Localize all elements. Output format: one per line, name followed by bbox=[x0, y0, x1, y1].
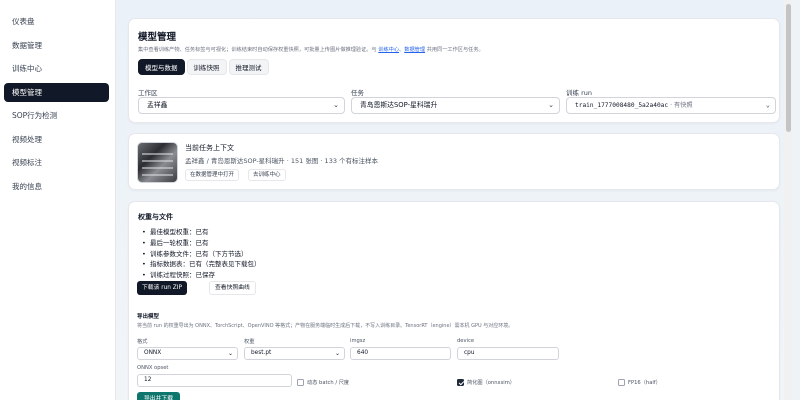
page-title: 模型管理 bbox=[138, 32, 177, 43]
task-thumbnail bbox=[137, 142, 178, 183]
tab-bar: 模型与数据 训练快照 推理测试 bbox=[138, 59, 770, 75]
context-card: 当前任务上下文 孟祥鑫 / 青岛恩斯达SOP-星科瑞升 · 151 张图 · 1… bbox=[128, 133, 780, 190]
fp16-label: FP16（half） bbox=[628, 380, 661, 386]
list-item: 训练参数文件：已有（下方节选） bbox=[142, 249, 770, 260]
scrollbar[interactable] bbox=[784, 0, 792, 400]
export-title: 导出模型 bbox=[137, 314, 160, 320]
device-input[interactable]: cpu bbox=[457, 347, 559, 360]
open-in-data-management-button[interactable]: 在数据管理中打开 bbox=[185, 169, 240, 181]
chevron-down-icon: ⌄ bbox=[334, 350, 340, 357]
device-label: device bbox=[457, 338, 475, 344]
download-run-zip-button[interactable]: 下载该 run ZIP bbox=[137, 281, 187, 295]
dynamic-batch-label: 动态 batch / 尺度 bbox=[307, 380, 350, 386]
sidebar-item-data-management[interactable]: 数据管理 bbox=[4, 36, 109, 55]
sidebar-item-my-info[interactable]: 我的信息 bbox=[4, 177, 109, 196]
header-card: 模型管理 集中查看训练产物、任务标签与可视化；训练结束时自动保存权重快照，可批量… bbox=[128, 18, 780, 123]
list-item: 最后一轮权重：已有 bbox=[142, 238, 770, 249]
context-subtitle: 孟祥鑫 / 青岛恩斯达SOP-星科瑞升 · 151 张图 · 133 个有标注样… bbox=[185, 157, 379, 165]
tab-inference-test[interactable]: 推理测试 bbox=[228, 59, 269, 75]
weight-select[interactable]: best.pt ⌄ bbox=[244, 347, 345, 360]
sidebar: 仪表盘 数据管理 训练中心 模型管理 SOP行为检测 视频处理 视频标注 我的信… bbox=[0, 0, 116, 400]
run-select[interactable]: train_1777008480_5a2a40ac · 有快照 ⌄ bbox=[566, 97, 776, 114]
fp16-checkbox[interactable] bbox=[618, 379, 625, 386]
sidebar-item-video-processing[interactable]: 视频处理 bbox=[4, 130, 109, 149]
training-center-link[interactable]: 训练中心 bbox=[378, 47, 399, 53]
simplify-label: 简化图（onnxsim） bbox=[467, 380, 515, 386]
format-select[interactable]: ONNX ⌄ bbox=[137, 347, 238, 360]
export-description: 将当前 run 的权重导出为 ONNX、TorchScript、OpenVINO… bbox=[137, 323, 514, 329]
sidebar-item-model-management[interactable]: 模型管理 bbox=[4, 82, 109, 102]
weight-label: 权重 bbox=[244, 339, 255, 345]
export-download-button[interactable]: 导出并下载 bbox=[137, 392, 180, 400]
task-label: 任务 bbox=[351, 89, 364, 97]
weights-card: 权重与文件 最佳模型权重：已有 最后一轮权重：已有 训练参数文件：已有（下方节选… bbox=[128, 201, 780, 400]
opset-input[interactable]: 12 bbox=[137, 374, 292, 387]
list-item: 最佳模型权重：已有 bbox=[142, 227, 770, 238]
dynamic-batch-checkbox[interactable] bbox=[297, 379, 304, 386]
view-snapshot-curves-button[interactable]: 查看快照曲线 bbox=[209, 281, 256, 295]
page-description: 集中查看训练产物、任务标签与可视化；训练结束时自动保存权重快照，可批量上传图片做… bbox=[138, 47, 484, 53]
workspace-select[interactable]: 孟祥鑫 ⌄ bbox=[138, 97, 345, 114]
imgsz-input[interactable]: 640 bbox=[350, 347, 451, 360]
tab-models-and-data[interactable]: 模型与数据 bbox=[138, 59, 185, 75]
sidebar-item-dashboard[interactable]: 仪表盘 bbox=[4, 12, 109, 31]
run-label: 训练 run bbox=[566, 89, 592, 97]
list-item: 训练过程快照：已保存 bbox=[142, 270, 770, 281]
sidebar-item-sop-detection[interactable]: SOP行为检测 bbox=[4, 106, 109, 125]
list-item: 指标数据表：已有（完整表见下载包） bbox=[142, 259, 770, 270]
tab-training-snapshots[interactable]: 训练快照 bbox=[186, 59, 227, 75]
imgsz-label: imgsz bbox=[350, 338, 366, 344]
format-label: 格式 bbox=[137, 339, 148, 345]
scrollbar-thumb[interactable] bbox=[785, 4, 791, 132]
sidebar-item-video-annotation[interactable]: 视频标注 bbox=[4, 153, 109, 172]
data-management-link[interactable]: 数据管理 bbox=[404, 47, 425, 53]
weights-list: 最佳模型权重：已有 最后一轮权重：已有 训练参数文件：已有（下方节选） 指标数据… bbox=[142, 227, 770, 281]
go-training-center-button[interactable]: 去训练中心 bbox=[248, 169, 286, 181]
task-select[interactable]: 青岛恩斯达SOP-星科瑞升 ⌄ bbox=[351, 97, 560, 114]
simplify-checkbox[interactable] bbox=[457, 379, 464, 386]
context-title: 当前任务上下文 bbox=[185, 144, 234, 152]
opset-label: ONNX opset bbox=[137, 365, 169, 371]
sidebar-item-training-center[interactable]: 训练中心 bbox=[4, 59, 109, 78]
chevron-down-icon: ⌄ bbox=[227, 350, 233, 357]
chevron-down-icon: ⌄ bbox=[765, 101, 770, 109]
weights-title: 权重与文件 bbox=[138, 213, 173, 221]
chevron-down-icon: ⌄ bbox=[548, 101, 554, 109]
workspace-label: 工作区 bbox=[138, 89, 158, 97]
main-area: 模型管理 集中查看训练产物、任务标签与可视化；训练结束时自动保存权重快照，可批量… bbox=[116, 0, 792, 400]
chevron-down-icon: ⌄ bbox=[333, 101, 339, 109]
